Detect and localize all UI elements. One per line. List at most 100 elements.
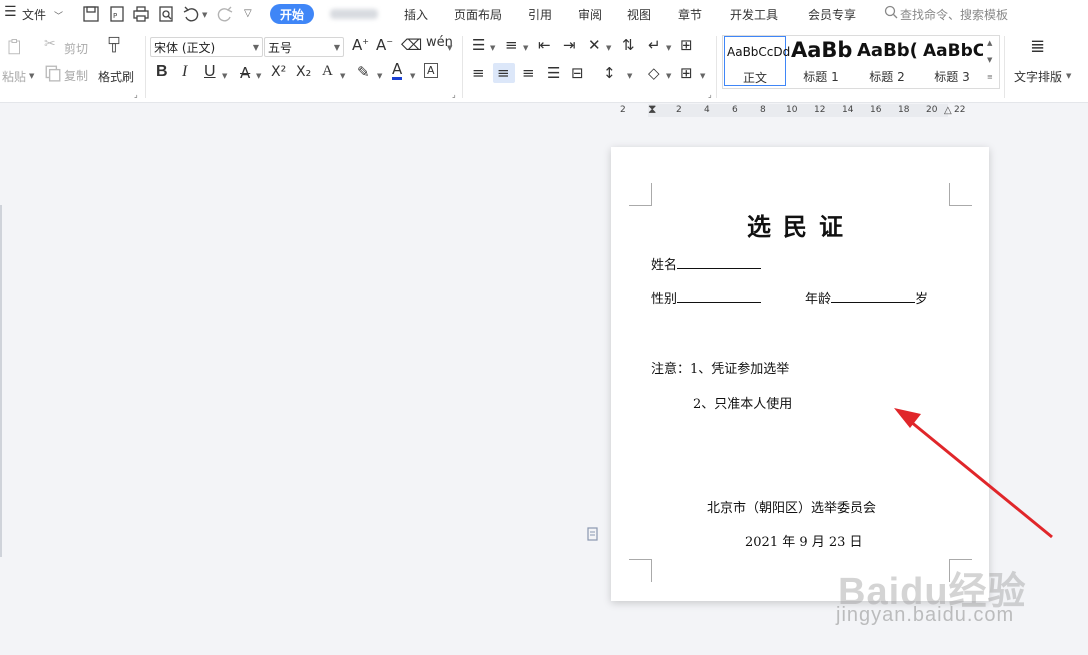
tab-developer[interactable]: 开发工具 [730, 6, 778, 23]
format-painter-button[interactable]: 格式刷 [98, 68, 134, 85]
indent-marker-icon[interactable]: ⧗ [648, 102, 656, 117]
borders-icon[interactable]: ⊞ [680, 64, 693, 82]
tab-home[interactable]: 开始 [270, 4, 314, 24]
chevron-down-icon[interactable]: ▼ [666, 44, 671, 52]
styles-scroll-down-icon[interactable]: ▼ [987, 56, 992, 64]
file-menu[interactable]: 文件 [22, 6, 46, 23]
tab-member[interactable]: 会员专享 [808, 6, 856, 23]
clear-format-icon[interactable]: ⌫ [401, 36, 422, 54]
chevron-down-icon[interactable]: ▼ [627, 72, 632, 80]
align-left-icon[interactable]: ≡ [472, 64, 485, 82]
chevron-down-icon[interactable]: ▼ [377, 72, 382, 80]
print-preview-icon[interactable] [157, 5, 175, 23]
chinese-layout-icon[interactable]: ✕ [588, 36, 601, 54]
tab-stops-icon[interactable]: ⊞ [680, 36, 693, 54]
text-layout-icon[interactable]: ≣ [1030, 36, 1045, 57]
style-heading-1[interactable]: AaBb 标题 1 [789, 36, 853, 86]
tab-insert[interactable]: 插入 [404, 6, 428, 23]
paste-button[interactable]: 粘贴 [2, 68, 26, 85]
distributed-icon[interactable]: ⊟ [571, 64, 584, 82]
cut-button[interactable]: 剪切 [64, 40, 88, 57]
text-effect-icon[interactable]: A [322, 63, 333, 80]
font-name-select[interactable]: 宋体 (正文) ▼ [150, 37, 263, 57]
font-color-icon[interactable]: A [392, 62, 403, 80]
customize-quick-access-icon[interactable]: ▽ [244, 8, 252, 19]
clipboard-expand-icon[interactable]: ⌟ [134, 90, 138, 99]
chevron-down-icon[interactable]: ▼ [700, 72, 705, 80]
chevron-down-icon[interactable]: ▼ [1066, 72, 1071, 80]
font-expand-icon[interactable]: ⌟ [452, 90, 456, 99]
font-size-select[interactable]: 五号 ▼ [264, 37, 344, 57]
tab-review[interactable]: 审阅 [578, 6, 602, 23]
chevron-down-icon[interactable]: ▼ [606, 44, 611, 52]
copy-button[interactable]: 复制 [64, 67, 88, 84]
style-heading-3[interactable]: AaBbC( 标题 3 [921, 36, 983, 86]
italic-button[interactable]: I [182, 63, 187, 81]
tab-page-layout[interactable]: 页面布局 [454, 6, 502, 23]
paragraph-mark-icon[interactable]: ↵ [648, 36, 661, 54]
decrease-font-icon[interactable]: A− [376, 36, 393, 54]
paste-options-icon[interactable] [586, 527, 600, 541]
gender-blank [677, 288, 762, 303]
search-icon[interactable] [884, 4, 898, 20]
bullet-list-icon[interactable]: ☰ [472, 36, 485, 54]
paste-dropdown-icon[interactable]: ▼ [29, 72, 34, 80]
chevron-down-icon: ▼ [252, 43, 259, 52]
tab-references[interactable]: 引用 [528, 6, 552, 23]
text-layout-button[interactable]: 文字排版 [1014, 68, 1062, 85]
justify-icon[interactable]: ☰ [547, 64, 560, 82]
horizontal-ruler[interactable]: 2 ⧗ 2 4 6 8 10 12 14 16 18 20 △ 22 [610, 102, 990, 118]
hamburger-icon[interactable]: ☰ [4, 4, 17, 20]
undo-dropdown-icon[interactable]: ▼ [202, 11, 207, 19]
right-indent-marker-icon[interactable]: △ [944, 105, 952, 116]
redo-icon[interactable] [216, 5, 234, 23]
format-painter-icon[interactable] [105, 36, 127, 62]
scissors-icon[interactable]: ✂ [44, 36, 56, 52]
styles-scroll-up-icon[interactable]: ▲ [987, 39, 992, 47]
ruler-tick: 20 [926, 105, 938, 115]
export-pdf-icon[interactable]: P [108, 5, 126, 23]
chevron-down-icon[interactable]: ﹀ [54, 9, 63, 22]
style-heading-2[interactable]: AaBb( 标题 2 [855, 36, 919, 86]
superscript-button[interactable]: X² [271, 64, 286, 80]
numbered-list-icon[interactable]: ≡ [505, 36, 518, 54]
strikethrough-icon[interactable]: A [240, 64, 250, 82]
bold-button[interactable]: B [156, 63, 168, 81]
underline-dropdown-icon[interactable]: ▼ [222, 72, 227, 80]
tab-view[interactable]: 视图 [627, 6, 651, 23]
align-right-icon[interactable]: ≡ [522, 64, 535, 82]
increase-indent-icon[interactable]: ⇥ [563, 36, 576, 54]
sort-icon[interactable]: ⇅ [622, 36, 635, 54]
align-center-icon[interactable]: ≡ [497, 64, 510, 82]
styles-more-icon[interactable]: ≡ [987, 73, 993, 81]
chevron-down-icon[interactable]: ▼ [410, 72, 415, 80]
save-icon[interactable] [82, 5, 100, 23]
search-input[interactable]: 查找命令、搜索模板 [900, 6, 1008, 23]
tab-section[interactable]: 章节 [678, 6, 702, 23]
shading-icon[interactable]: ◇ [648, 64, 660, 82]
chevron-down-icon[interactable]: ▼ [490, 44, 495, 52]
char-border-icon[interactable]: A [424, 63, 438, 78]
copy-icon[interactable] [44, 64, 61, 82]
paragraph-expand-icon[interactable]: ⌟ [708, 90, 712, 99]
styles-gallery: AaBbCcDd 正文 AaBb 标题 1 AaBb( 标题 2 AaBbC( … [722, 35, 1000, 89]
style-sample: AaBb [791, 38, 853, 62]
highlight-icon[interactable]: ✎ [357, 63, 370, 81]
ruler-tick: 14 [842, 105, 854, 115]
chevron-down-icon[interactable]: ▼ [340, 72, 345, 80]
decrease-indent-icon[interactable]: ⇤ [538, 36, 551, 54]
undo-icon[interactable] [182, 5, 200, 23]
subscript-button[interactable]: X₂ [296, 64, 311, 80]
print-icon[interactable] [132, 5, 150, 23]
chevron-down-icon[interactable]: ▼ [666, 72, 671, 80]
underline-button[interactable]: U [204, 63, 216, 81]
increase-font-icon[interactable]: A+ [352, 36, 369, 54]
style-normal[interactable]: AaBbCcDd 正文 [724, 36, 790, 86]
chevron-down-icon[interactable]: ▼ [447, 44, 452, 52]
ruler-tick: 10 [786, 105, 798, 115]
chevron-down-icon[interactable]: ▼ [523, 44, 528, 52]
paste-icon[interactable] [6, 38, 28, 62]
line-spacing-icon[interactable]: ↕ [603, 64, 616, 82]
document-page[interactable]: 选民证 姓名 性别 年龄 岁 注意：1、凭证参加选举 2、只准本人使用 北京市（朝… [611, 147, 989, 601]
chevron-down-icon[interactable]: ▼ [256, 72, 261, 80]
